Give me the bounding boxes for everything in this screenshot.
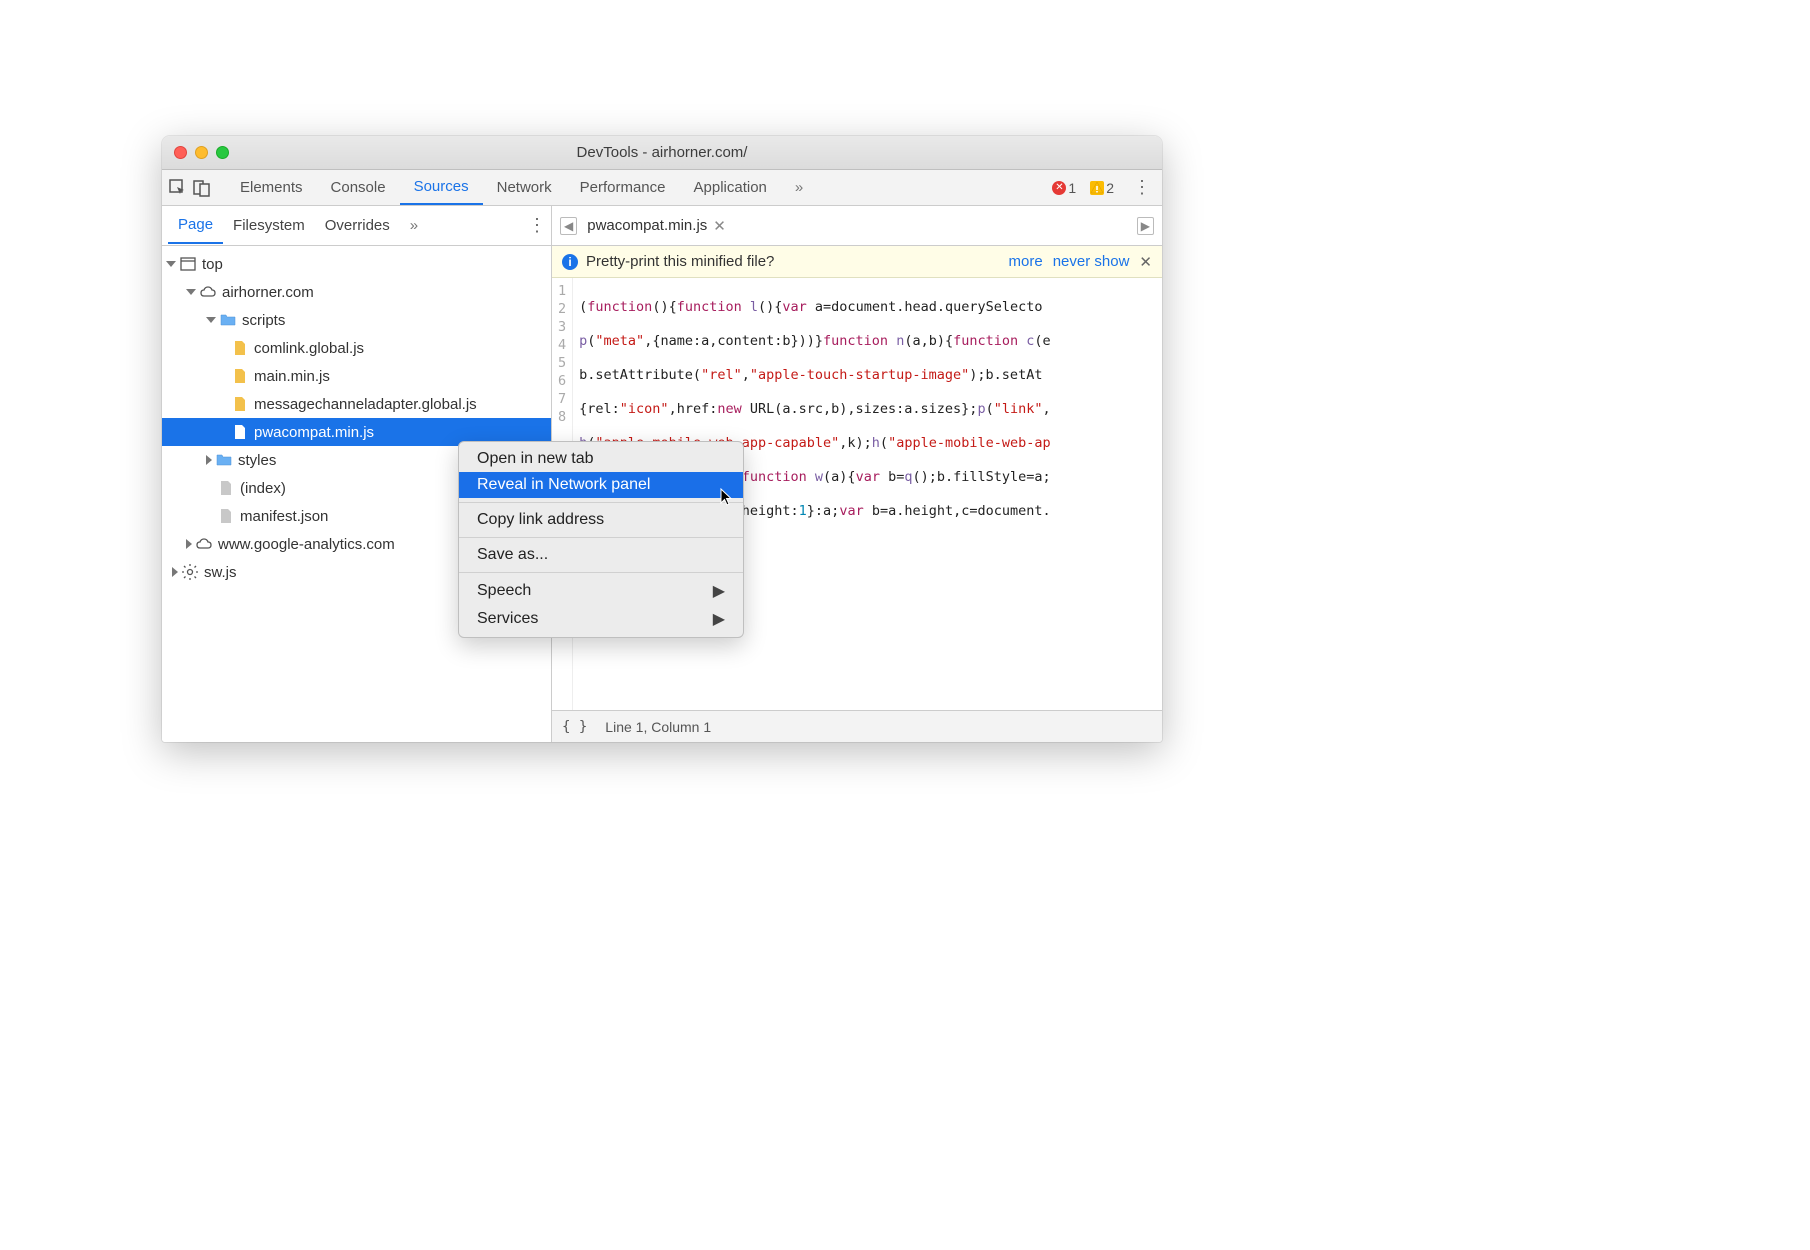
document-icon <box>218 480 234 496</box>
error-count[interactable]: ✕ 1 <box>1052 180 1076 196</box>
editor-file-tab[interactable]: pwacompat.min.js ✕ <box>587 217 726 235</box>
document-icon <box>218 508 234 524</box>
cloud-icon <box>200 284 216 300</box>
tree-domain[interactable]: airhorner.com <box>162 278 551 306</box>
chevron-down-icon <box>186 289 196 295</box>
nav-back-icon[interactable]: ◀ <box>560 217 577 235</box>
ctx-copy-link[interactable]: Copy link address <box>459 507 743 533</box>
ctx-services[interactable]: Services▶ <box>459 605 743 633</box>
pretty-print-infobar: i Pretty-print this minified file? more … <box>552 246 1162 278</box>
tab-console[interactable]: Console <box>317 171 400 204</box>
tab-application[interactable]: Application <box>680 171 781 204</box>
window-controls <box>162 146 229 159</box>
settings-menu-icon[interactable]: ⋮ <box>1128 174 1156 202</box>
pretty-print-button[interactable]: { } <box>562 719 587 735</box>
navigator-menu-icon[interactable]: ⋮ <box>523 212 551 240</box>
editor-tabs: ◀ pwacompat.min.js ✕ ▶ <box>552 206 1162 246</box>
folder-icon <box>220 312 236 328</box>
warning-icon <box>1090 181 1104 195</box>
tab-performance[interactable]: Performance <box>566 171 680 204</box>
ctx-reveal-network[interactable]: Reveal in Network panel <box>459 472 743 498</box>
chevron-right-icon <box>172 567 178 577</box>
titlebar: DevTools - airhorner.com/ <box>162 136 1162 170</box>
navigator-tabs-overflow-icon[interactable]: » <box>400 208 428 243</box>
chevron-down-icon <box>166 261 176 267</box>
cloud-icon <box>196 536 212 552</box>
tree-file[interactable]: messagechanneladapter.global.js <box>162 390 551 418</box>
maximize-window-button[interactable] <box>216 146 229 159</box>
panel-tabs: Elements Console Sources Network Perform… <box>226 170 817 205</box>
tree-file[interactable]: main.min.js <box>162 362 551 390</box>
folder-icon <box>216 452 232 468</box>
frame-icon <box>180 256 196 272</box>
tab-elements[interactable]: Elements <box>226 171 317 204</box>
navigator-tab-page[interactable]: Page <box>168 207 223 244</box>
editor-statusbar: { } Line 1, Column 1 <box>552 710 1162 742</box>
js-file-icon <box>232 340 248 356</box>
js-file-icon <box>232 424 248 440</box>
ctx-save-as[interactable]: Save as... <box>459 542 743 568</box>
infobar-close-icon[interactable]: ✕ <box>1139 253 1152 271</box>
tabs-overflow-icon[interactable]: » <box>781 171 817 204</box>
context-menu: Open in new tab Reveal in Network panel … <box>458 441 744 638</box>
tree-folder-scripts[interactable]: scripts <box>162 306 551 334</box>
infobar-more-link[interactable]: more <box>1009 253 1043 270</box>
chevron-right-icon <box>206 455 212 465</box>
info-icon: i <box>562 254 578 270</box>
window-title: DevTools - airhorner.com/ <box>162 144 1162 161</box>
minimize-window-button[interactable] <box>195 146 208 159</box>
nav-forward-icon[interactable]: ▶ <box>1137 217 1154 235</box>
ctx-open-new-tab[interactable]: Open in new tab <box>459 446 743 472</box>
devtools-window: DevTools - airhorner.com/ Elements Conso… <box>162 136 1162 742</box>
close-window-button[interactable] <box>174 146 187 159</box>
js-file-icon <box>232 396 248 412</box>
close-tab-icon[interactable]: ✕ <box>713 217 726 235</box>
navigator-tab-overrides[interactable]: Overrides <box>315 208 400 243</box>
warning-count[interactable]: 2 <box>1090 180 1114 196</box>
tree-file[interactable]: comlink.global.js <box>162 334 551 362</box>
tree-top[interactable]: top <box>162 250 551 278</box>
tab-sources[interactable]: Sources <box>400 170 483 205</box>
chevron-down-icon <box>206 317 216 323</box>
navigator-tabs: Page Filesystem Overrides » ⋮ <box>162 206 551 246</box>
navigator-tab-filesystem[interactable]: Filesystem <box>223 208 315 243</box>
chevron-right-icon <box>186 539 192 549</box>
inspect-element-icon[interactable] <box>168 178 188 198</box>
ctx-speech[interactable]: Speech▶ <box>459 577 743 605</box>
infobar-text: Pretty-print this minified file? <box>586 253 774 270</box>
tab-network[interactable]: Network <box>483 171 566 204</box>
js-file-icon <box>232 368 248 384</box>
gear-icon <box>182 564 198 580</box>
device-toggle-icon[interactable] <box>192 178 212 198</box>
cursor-position: Line 1, Column 1 <box>605 719 711 735</box>
error-icon: ✕ <box>1052 181 1066 195</box>
infobar-nevershow-link[interactable]: never show <box>1053 253 1130 270</box>
main-toolbar: Elements Console Sources Network Perform… <box>162 170 1162 206</box>
